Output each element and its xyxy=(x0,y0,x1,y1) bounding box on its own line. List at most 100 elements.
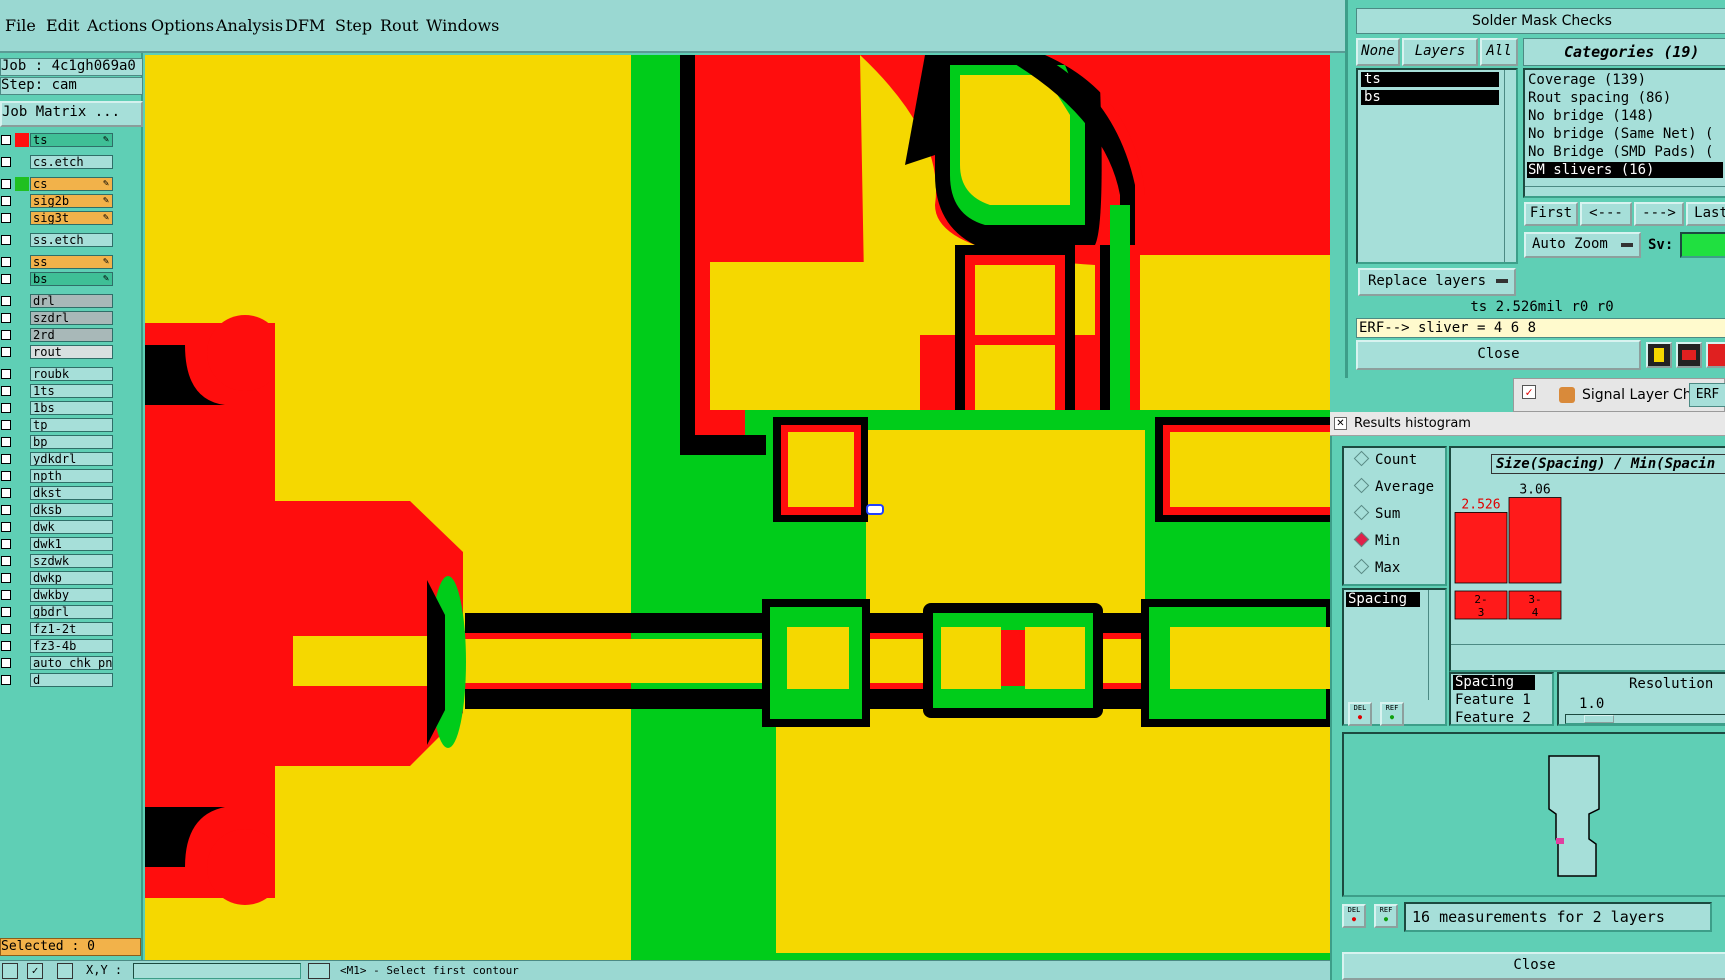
layer-checkbox[interactable] xyxy=(1,573,11,583)
resolution-slider[interactable] xyxy=(1565,714,1725,724)
layer-name[interactable]: ss xyxy=(30,255,113,269)
layer-checkbox[interactable] xyxy=(1,179,11,189)
radio-count[interactable]: Count xyxy=(1353,450,1417,468)
signal-layer-window-tab[interactable]: ✓ Signal Layer Ch ERF xyxy=(1513,378,1725,412)
layer-row[interactable]: sig2b ✎ xyxy=(0,194,113,208)
layer-row[interactable]: ss ✎ xyxy=(0,255,113,269)
layer-row[interactable]: dwkp xyxy=(0,571,113,585)
layers-button[interactable]: Layers xyxy=(1402,38,1478,66)
layer-checkbox[interactable] xyxy=(1,157,11,167)
layer-list-scrollbar[interactable] xyxy=(1504,70,1516,262)
layer-checkbox[interactable] xyxy=(1,539,11,549)
layer-row[interactable]: rout xyxy=(0,345,113,359)
menu-analysis[interactable]: Analysis xyxy=(216,16,283,35)
list-item[interactable]: ts xyxy=(1361,72,1499,87)
list-item[interactable]: Spacing xyxy=(1453,675,1535,690)
layer-name[interactable]: ts xyxy=(30,133,113,147)
menu-edit[interactable]: Edit xyxy=(46,16,79,35)
list-item[interactable]: Feature 2 xyxy=(1455,710,1531,726)
layer-checkbox[interactable] xyxy=(1,607,11,617)
layer-name[interactable]: sig3t xyxy=(30,211,113,225)
exit-icon[interactable] xyxy=(1706,342,1725,368)
prev-button[interactable]: <--- xyxy=(1580,202,1632,226)
layer-name[interactable]: dkst xyxy=(30,486,113,500)
list-item[interactable]: Feature 1 xyxy=(1455,692,1531,708)
del-button[interactable]: DEL ● xyxy=(1348,702,1372,726)
close-icon[interactable]: ✕ xyxy=(1334,417,1347,430)
layer-name[interactable]: szdwk xyxy=(30,554,113,568)
layer-checkbox[interactable] xyxy=(1,556,11,566)
layer-checkbox[interactable] xyxy=(1,641,11,651)
layer-row[interactable]: ss.etch xyxy=(0,233,113,247)
layer-name[interactable]: tp xyxy=(30,418,113,432)
layer-checkbox[interactable] xyxy=(1,658,11,668)
radio-sum[interactable]: Sum xyxy=(1353,504,1400,522)
graphics-canvas[interactable] xyxy=(145,55,1330,960)
pause-icon[interactable] xyxy=(308,963,330,979)
layer-row[interactable]: d xyxy=(0,673,113,687)
ref-button[interactable]: REF ● xyxy=(1380,702,1404,726)
layer-name[interactable]: cs xyxy=(30,177,113,191)
layer-row[interactable]: 1bs xyxy=(0,401,113,415)
layer-name[interactable]: sig2b xyxy=(30,194,113,208)
menu-options[interactable]: Options xyxy=(151,16,214,35)
layer-row[interactable]: cs ✎ xyxy=(0,177,113,191)
layer-name[interactable]: gbdrl xyxy=(30,605,113,619)
layer-checkbox[interactable] xyxy=(1,274,11,284)
first-button[interactable]: First xyxy=(1524,202,1578,226)
layer-name[interactable]: npth xyxy=(30,469,113,483)
layer-select-list[interactable]: ts bs xyxy=(1356,68,1518,264)
layer-row[interactable]: szdwk xyxy=(0,554,113,568)
histogram-bar[interactable] xyxy=(1454,512,1508,584)
category-item[interactable]: Rout spacing (86) xyxy=(1528,90,1671,106)
layer-checkbox[interactable] xyxy=(1,471,11,481)
layer-checkbox[interactable] xyxy=(1,522,11,532)
layer-checkbox[interactable] xyxy=(1,213,11,223)
menu-step[interactable]: Step xyxy=(335,16,372,35)
histogram-close-button[interactable]: Close xyxy=(1342,952,1725,980)
layer-name[interactable]: auto_chk_pn xyxy=(30,656,113,670)
chart-hscrollbar[interactable] xyxy=(1451,644,1725,654)
slider-thumb[interactable] xyxy=(1584,715,1614,723)
layer-row[interactable]: sig3t ✎ xyxy=(0,211,113,225)
layer-checkbox[interactable] xyxy=(1,624,11,634)
layer-checkbox[interactable] xyxy=(1,135,11,145)
layer-row[interactable]: ydkdrl xyxy=(0,452,113,466)
layer-name[interactable]: fz3-4b xyxy=(30,639,113,653)
layer-checkbox[interactable] xyxy=(1,313,11,323)
layer-checkbox[interactable] xyxy=(1,369,11,379)
auto-zoom-menu[interactable]: Auto Zoom xyxy=(1524,232,1641,258)
layer-name[interactable]: rout xyxy=(30,345,113,359)
layer-checkbox[interactable] xyxy=(1,454,11,464)
layer-name[interactable]: d xyxy=(30,673,113,687)
layer-checkbox[interactable] xyxy=(1,590,11,600)
list-item[interactable]: Spacing xyxy=(1346,592,1420,607)
checkbox-icon[interactable]: ✓ xyxy=(1522,385,1536,399)
layer-name[interactable]: dwkp xyxy=(30,571,113,585)
layer-row[interactable]: fz1-2t xyxy=(0,622,113,636)
del-button[interactable]: DEL ● xyxy=(1342,904,1366,928)
layer-name[interactable]: drl xyxy=(30,294,113,308)
layer-row[interactable]: 2rd xyxy=(0,328,113,342)
layer-row[interactable]: bs ✎ xyxy=(0,272,113,286)
layer-name[interactable]: 2rd xyxy=(30,328,113,342)
layer-checkbox[interactable] xyxy=(1,296,11,306)
layer-name[interactable]: 1bs xyxy=(30,401,113,415)
layer-row[interactable]: dksb xyxy=(0,503,113,517)
field-list-scrollbar[interactable] xyxy=(1428,590,1442,700)
layer-row[interactable]: dwk xyxy=(0,520,113,534)
layer-checkbox[interactable] xyxy=(1,330,11,340)
layer-row[interactable]: ts ✎ xyxy=(0,133,113,147)
category-item[interactable]: No bridge (Same Net) ( xyxy=(1528,126,1713,142)
layer-row[interactable]: dwkby xyxy=(0,588,113,602)
close-button[interactable]: Close xyxy=(1356,340,1641,370)
menu-actions[interactable]: Actions xyxy=(87,16,147,35)
layer-row[interactable]: drl xyxy=(0,294,113,308)
category-item[interactable]: No Bridge (SMD Pads) ( xyxy=(1528,144,1713,160)
layer-row[interactable]: npth xyxy=(0,469,113,483)
radio-max[interactable]: Max xyxy=(1353,558,1400,576)
attribute-list[interactable]: Spacing Feature 1 Feature 2 xyxy=(1449,672,1554,726)
layer-name[interactable]: bp xyxy=(30,435,113,449)
layer-row[interactable]: gbdrl xyxy=(0,605,113,619)
list-item[interactable]: bs xyxy=(1361,90,1499,105)
